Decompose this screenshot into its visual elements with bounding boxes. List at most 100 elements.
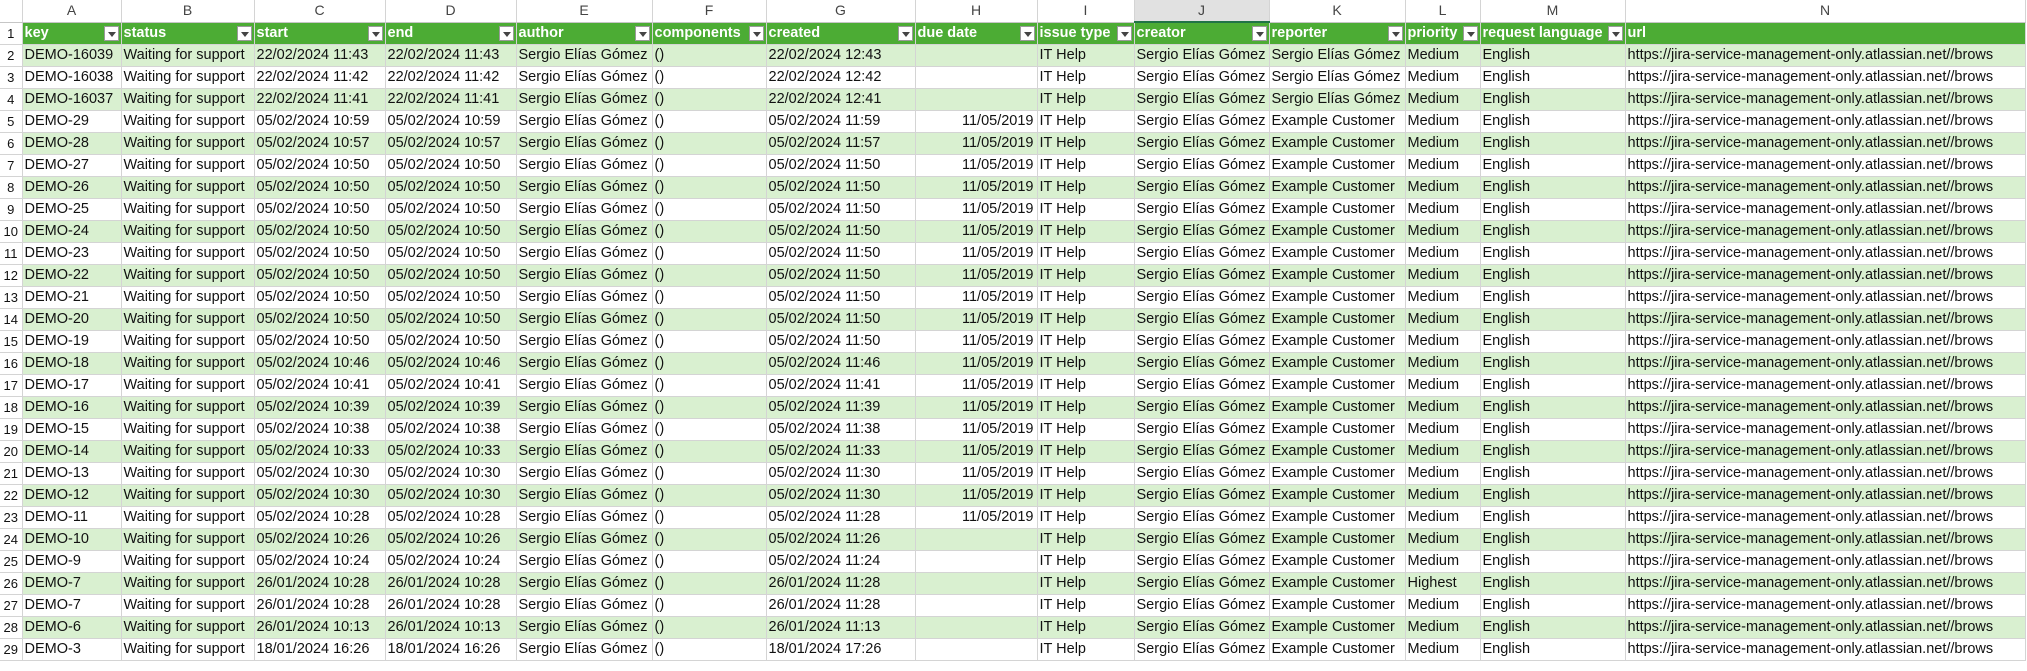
cell-start[interactable]: 05/02/2024 10:50: [254, 286, 386, 309]
cell-start[interactable]: 05/02/2024 10:50: [254, 176, 386, 199]
cell-creator[interactable]: Sergio Elías Gómez: [1134, 352, 1270, 375]
cell-issue-type[interactable]: IT Help: [1037, 374, 1135, 397]
cell-creator[interactable]: Sergio Elías Gómez: [1134, 286, 1270, 309]
cell-created[interactable]: 05/02/2024 11:50: [766, 242, 916, 265]
cell-end[interactable]: 22/02/2024 11:42: [385, 66, 517, 89]
row-number[interactable]: 28: [0, 616, 23, 639]
cell-due-date[interactable]: 11/05/2019: [915, 506, 1038, 529]
cell-creator[interactable]: Sergio Elías Gómez: [1134, 220, 1270, 243]
cell-end[interactable]: 05/02/2024 10:50: [385, 242, 517, 265]
cell-reporter[interactable]: Example Customer: [1269, 154, 1406, 177]
filter-dropdown-icon[interactable]: [498, 25, 514, 41]
cell-created[interactable]: 05/02/2024 11:50: [766, 308, 916, 331]
cell-key[interactable]: DEMO-16039: [22, 44, 122, 67]
cell-start[interactable]: 26/01/2024 10:28: [254, 594, 386, 617]
cell-request-language[interactable]: English: [1480, 352, 1626, 375]
header-cell[interactable]: created: [766, 22, 916, 45]
cell-start[interactable]: 05/02/2024 10:24: [254, 550, 386, 573]
cell-author[interactable]: Sergio Elías Gómez: [516, 88, 653, 111]
cell-issue-type[interactable]: IT Help: [1037, 484, 1135, 507]
cell-creator[interactable]: Sergio Elías Gómez: [1134, 198, 1270, 221]
cell-url[interactable]: https://jira-service-management-only.atl…: [1625, 110, 2026, 133]
cell-components[interactable]: (): [652, 374, 767, 397]
cell-key[interactable]: DEMO-12: [22, 484, 122, 507]
cell-components[interactable]: (): [652, 198, 767, 221]
cell-due-date[interactable]: 11/05/2019: [915, 220, 1038, 243]
cell-status[interactable]: Waiting for support: [121, 484, 255, 507]
cell-end[interactable]: 05/02/2024 10:50: [385, 330, 517, 353]
cell-url[interactable]: https://jira-service-management-only.atl…: [1625, 506, 2026, 529]
cell-creator[interactable]: Sergio Elías Gómez: [1134, 132, 1270, 155]
cell-status[interactable]: Waiting for support: [121, 198, 255, 221]
filter-dropdown-icon[interactable]: [236, 25, 252, 41]
cell-start[interactable]: 22/02/2024 11:43: [254, 44, 386, 67]
row-number[interactable]: 8: [0, 176, 23, 199]
cell-start[interactable]: 22/02/2024 11:42: [254, 66, 386, 89]
cell-author[interactable]: Sergio Elías Gómez: [516, 462, 653, 485]
cell-due-date[interactable]: 11/05/2019: [915, 264, 1038, 287]
cell-reporter[interactable]: Example Customer: [1269, 374, 1406, 397]
cell-start[interactable]: 05/02/2024 10:41: [254, 374, 386, 397]
header-cell[interactable]: author: [516, 22, 653, 45]
cell-start[interactable]: 05/02/2024 10:50: [254, 154, 386, 177]
cell-reporter[interactable]: Example Customer: [1269, 638, 1406, 661]
row-number[interactable]: 22: [0, 484, 23, 507]
cell-due-date[interactable]: [915, 550, 1038, 573]
cell-key[interactable]: DEMO-7: [22, 572, 122, 595]
cell-request-language[interactable]: English: [1480, 154, 1626, 177]
cell-status[interactable]: Waiting for support: [121, 396, 255, 419]
cell-status[interactable]: Waiting for support: [121, 308, 255, 331]
cell-issue-type[interactable]: IT Help: [1037, 286, 1135, 309]
cell-due-date[interactable]: [915, 572, 1038, 595]
cell-created[interactable]: 05/02/2024 11:33: [766, 440, 916, 463]
header-cell[interactable]: start: [254, 22, 386, 45]
cell-due-date[interactable]: [915, 66, 1038, 89]
cell-creator[interactable]: Sergio Elías Gómez: [1134, 484, 1270, 507]
cell-end[interactable]: 05/02/2024 10:50: [385, 264, 517, 287]
filter-dropdown-icon[interactable]: [1019, 25, 1035, 41]
cell-key[interactable]: DEMO-21: [22, 286, 122, 309]
cell-request-language[interactable]: English: [1480, 440, 1626, 463]
cell-start[interactable]: 05/02/2024 10:50: [254, 330, 386, 353]
cell-priority[interactable]: Medium: [1405, 242, 1481, 265]
cell-author[interactable]: Sergio Elías Gómez: [516, 220, 653, 243]
cell-author[interactable]: Sergio Elías Gómez: [516, 396, 653, 419]
cell-reporter[interactable]: Example Customer: [1269, 286, 1406, 309]
cell-start[interactable]: 05/02/2024 10:57: [254, 132, 386, 155]
cell-created[interactable]: 05/02/2024 11:30: [766, 484, 916, 507]
cell-created[interactable]: 26/01/2024 11:28: [766, 594, 916, 617]
cell-url[interactable]: https://jira-service-management-only.atl…: [1625, 330, 2026, 353]
row-number[interactable]: 10: [0, 220, 23, 243]
cell-issue-type[interactable]: IT Help: [1037, 308, 1135, 331]
cell-reporter[interactable]: Example Customer: [1269, 264, 1406, 287]
cell-due-date[interactable]: 11/05/2019: [915, 418, 1038, 441]
cell-author[interactable]: Sergio Elías Gómez: [516, 286, 653, 309]
cell-end[interactable]: 05/02/2024 10:57: [385, 132, 517, 155]
cell-request-language[interactable]: English: [1480, 88, 1626, 111]
cell-start[interactable]: 05/02/2024 10:30: [254, 462, 386, 485]
cell-due-date[interactable]: 11/05/2019: [915, 352, 1038, 375]
cell-issue-type[interactable]: IT Help: [1037, 242, 1135, 265]
cell-priority[interactable]: Highest: [1405, 572, 1481, 595]
cell-components[interactable]: (): [652, 396, 767, 419]
cell-url[interactable]: https://jira-service-management-only.atl…: [1625, 418, 2026, 441]
cell-end[interactable]: 05/02/2024 10:46: [385, 352, 517, 375]
cell-key[interactable]: DEMO-22: [22, 264, 122, 287]
cell-issue-type[interactable]: IT Help: [1037, 132, 1135, 155]
cell-priority[interactable]: Medium: [1405, 286, 1481, 309]
cell-url[interactable]: https://jira-service-management-only.atl…: [1625, 374, 2026, 397]
cell-priority[interactable]: Medium: [1405, 528, 1481, 551]
cell-creator[interactable]: Sergio Elías Gómez: [1134, 110, 1270, 133]
filter-dropdown-icon[interactable]: [367, 25, 383, 41]
cell-url[interactable]: https://jira-service-management-only.atl…: [1625, 572, 2026, 595]
cell-priority[interactable]: Medium: [1405, 176, 1481, 199]
cell-issue-type[interactable]: IT Help: [1037, 264, 1135, 287]
row-number[interactable]: 29: [0, 638, 23, 661]
filter-dropdown-icon[interactable]: [1462, 25, 1478, 41]
cell-components[interactable]: (): [652, 352, 767, 375]
cell-start[interactable]: 05/02/2024 10:50: [254, 198, 386, 221]
cell-status[interactable]: Waiting for support: [121, 506, 255, 529]
cell-start[interactable]: 05/02/2024 10:46: [254, 352, 386, 375]
cell-due-date[interactable]: 11/05/2019: [915, 154, 1038, 177]
filter-dropdown-icon[interactable]: [748, 25, 764, 41]
